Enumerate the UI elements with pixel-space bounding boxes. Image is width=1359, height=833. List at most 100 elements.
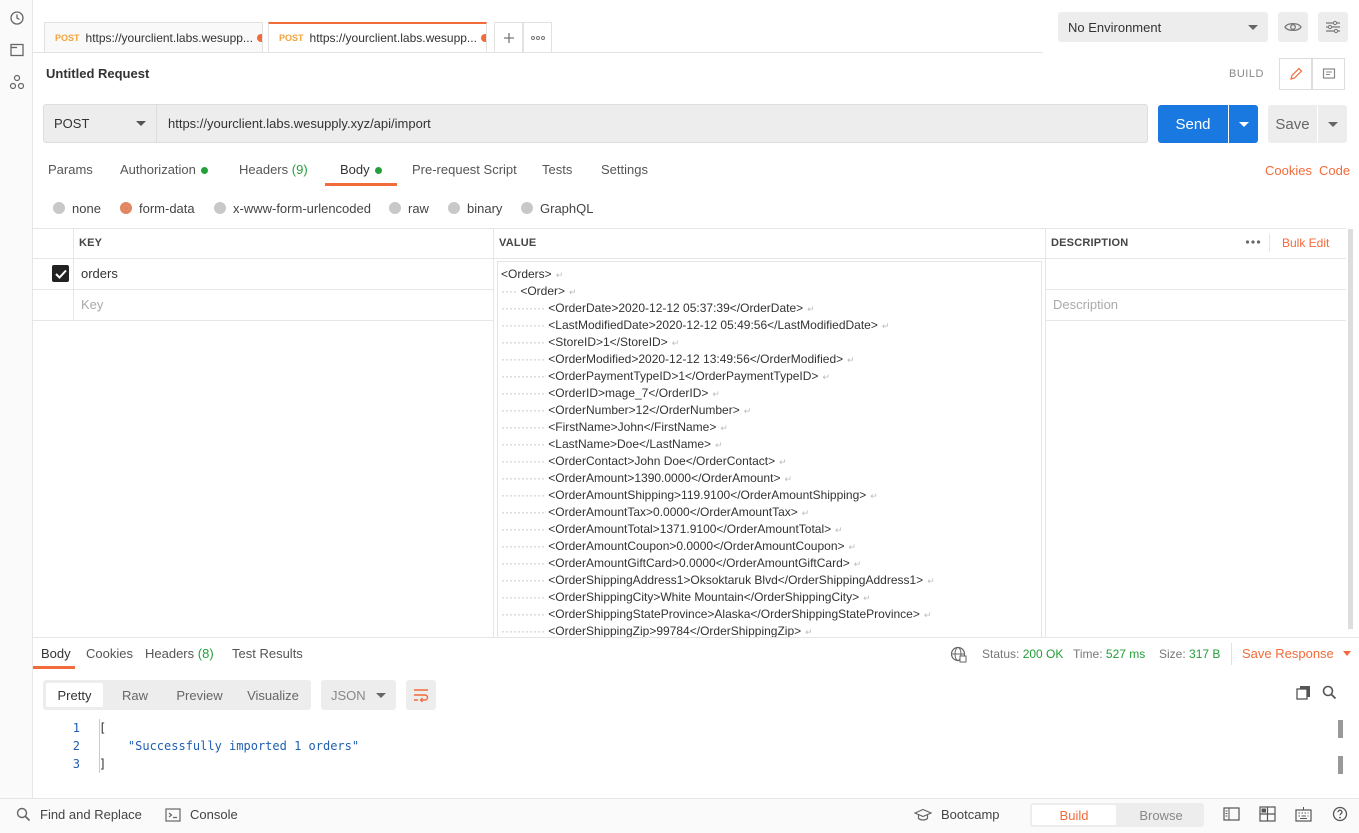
method-select[interactable]: POST [43, 104, 157, 143]
format-pretty[interactable]: Pretty [46, 683, 103, 707]
divider [33, 228, 1346, 229]
code-line: "Successfully imported 1 orders" [99, 739, 360, 753]
row-value-editor[interactable]: <Orders> ↵ ···· <Order> ↵ ··········· <Order… [497, 261, 1042, 638]
value-line-text: <OrderAmountGiftCard>0.0000</OrderAmount… [548, 556, 850, 570]
build-browse-toggle: Build Browse [1030, 803, 1204, 827]
tab-settings[interactable]: Settings [601, 162, 648, 186]
whitespace-marker: ··········· [501, 488, 549, 502]
request-tab-1[interactable]: POST https://yourclient.labs.wesupp... [44, 22, 263, 52]
two-pane-icon[interactable] [1223, 807, 1240, 821]
send-button[interactable]: Send [1158, 105, 1228, 143]
keyboard-icon[interactable] [1295, 806, 1312, 822]
build-mode-button[interactable]: Build [1032, 805, 1117, 825]
value-line-text: <OrderID>mage_7</OrderID> [548, 386, 709, 400]
tab-params[interactable]: Params [48, 162, 93, 186]
edit-mode-button[interactable] [1279, 58, 1312, 90]
newline-marker: ↵ [881, 321, 890, 331]
browse-mode-button[interactable]: Browse [1118, 803, 1204, 827]
manage-environments-button[interactable] [1318, 12, 1348, 42]
value-line: ··········· <OrderShippingZip>99784</Ord… [501, 623, 1041, 638]
whitespace-marker: ··········· [501, 352, 549, 366]
size-label: Size: [1159, 647, 1186, 661]
tab-headers[interactable]: Headers (9) [239, 162, 308, 186]
value-line-text: <FirstName>John</FirstName> [548, 420, 717, 434]
save-response-button[interactable]: Save Response [1242, 646, 1351, 661]
tab-headers-label: Headers [239, 162, 289, 177]
value-line-text: <OrderShippingAddress1>Oksoktaruk Blvd</… [548, 573, 924, 587]
tabs-divider [33, 52, 1043, 53]
find-replace-button[interactable]: Find and Replace [16, 807, 142, 822]
chevron-down-icon [1342, 651, 1351, 656]
new-description-field[interactable]: Description [1053, 297, 1118, 312]
tab-options-button[interactable] [523, 22, 552, 52]
response-tab-test-results[interactable]: Test Results [232, 646, 303, 661]
table-options-button[interactable] [1245, 236, 1261, 248]
send-options-button[interactable] [1229, 105, 1258, 143]
url-input[interactable] [157, 104, 1148, 143]
radio-circle [53, 202, 65, 214]
response-scrollbar-thumb[interactable] [1338, 720, 1343, 738]
format-preview[interactable]: Preview [164, 680, 235, 710]
radio-none[interactable]: none [53, 200, 101, 216]
status-value: 200 OK [1022, 647, 1064, 661]
three-pane-icon[interactable] [1259, 806, 1276, 822]
radio-circle [214, 202, 226, 214]
newline-marker: ↵ [822, 372, 830, 382]
search-icon[interactable] [1322, 685, 1337, 700]
bulk-edit-link[interactable]: Bulk Edit [1282, 236, 1329, 250]
request-title[interactable]: Untitled Request [46, 66, 149, 81]
cookies-link[interactable]: Cookies [1265, 163, 1312, 178]
row-key-field[interactable]: orders [81, 266, 118, 281]
tab-authorization-label: Authorization [120, 162, 196, 177]
table-scrollbar[interactable] [1347, 229, 1355, 635]
console-button[interactable]: Console [165, 807, 238, 822]
radio-label: GraphQL [540, 200, 594, 216]
response-tab-cookies[interactable]: Cookies [86, 646, 133, 661]
help-icon[interactable] [1332, 806, 1348, 822]
response-tab-headers[interactable]: Headers (8) [145, 646, 214, 661]
wrap-lines-button[interactable] [406, 680, 436, 710]
value-line: ··········· <OrderModified>2020-12-12 13… [501, 351, 1041, 368]
environment-select[interactable]: No Environment [1058, 12, 1268, 42]
newline-marker: ↵ [779, 457, 787, 467]
new-tab-button[interactable] [494, 22, 523, 52]
newline-marker: ↵ [848, 542, 857, 552]
history-icon[interactable] [9, 10, 25, 26]
language-select[interactable]: JSON [321, 680, 396, 710]
whitespace-marker: ··········· [501, 539, 549, 553]
response-scrollbar-thumb[interactable] [1338, 756, 1343, 774]
globe-icon[interactable] [950, 646, 967, 663]
radio-raw[interactable]: raw [389, 200, 429, 216]
row-enabled-checkbox[interactable] [52, 265, 69, 282]
collections-icon[interactable] [9, 42, 25, 58]
radio-binary[interactable]: binary [448, 200, 502, 216]
environment-quick-look-button[interactable] [1278, 12, 1308, 42]
apis-icon[interactable] [9, 74, 25, 90]
radio-form-data[interactable]: form-data [120, 200, 195, 216]
save-button[interactable]: Save [1268, 105, 1317, 143]
new-key-field[interactable]: Key [81, 297, 103, 312]
copy-icon[interactable] [1296, 685, 1311, 700]
value-line: ··········· <OrderNumber>12</OrderNumber… [501, 402, 1041, 419]
radio-x-www-form-urlencoded[interactable]: x-www-form-urlencoded [214, 200, 371, 216]
radio-label: none [72, 200, 101, 216]
tab-authorization[interactable]: Authorization [120, 162, 208, 186]
value-line-text: <OrderAmount>1390.0000</OrderAmount> [548, 471, 781, 485]
comments-button[interactable] [1312, 58, 1345, 90]
whitespace-marker: ··········· [501, 607, 549, 621]
scrollbar-thumb[interactable] [1348, 229, 1353, 629]
save-options-button[interactable] [1318, 105, 1347, 143]
tab-prerequest-script[interactable]: Pre-request Script [412, 162, 517, 186]
response-tab-body[interactable]: Body [41, 646, 71, 661]
format-visualize[interactable]: Visualize [235, 680, 311, 710]
code-link[interactable]: Code [1319, 163, 1350, 178]
value-line: ··········· <OrderAmountCoupon>0.0000</O… [501, 538, 1041, 555]
format-raw[interactable]: Raw [106, 680, 164, 710]
tab-tests[interactable]: Tests [542, 162, 572, 186]
request-tab-2[interactable]: POST https://yourclient.labs.wesupp... [268, 22, 487, 52]
bootcamp-button[interactable]: Bootcamp [914, 807, 1000, 822]
radio-graphql[interactable]: GraphQL [521, 200, 593, 216]
value-line: ··········· <OrderPaymentTypeID>1</Order… [501, 368, 1041, 385]
form-data-table: KEY VALUE DESCRIPTION Bulk Edit orders K… [33, 228, 1346, 638]
radio-circle [448, 202, 460, 214]
